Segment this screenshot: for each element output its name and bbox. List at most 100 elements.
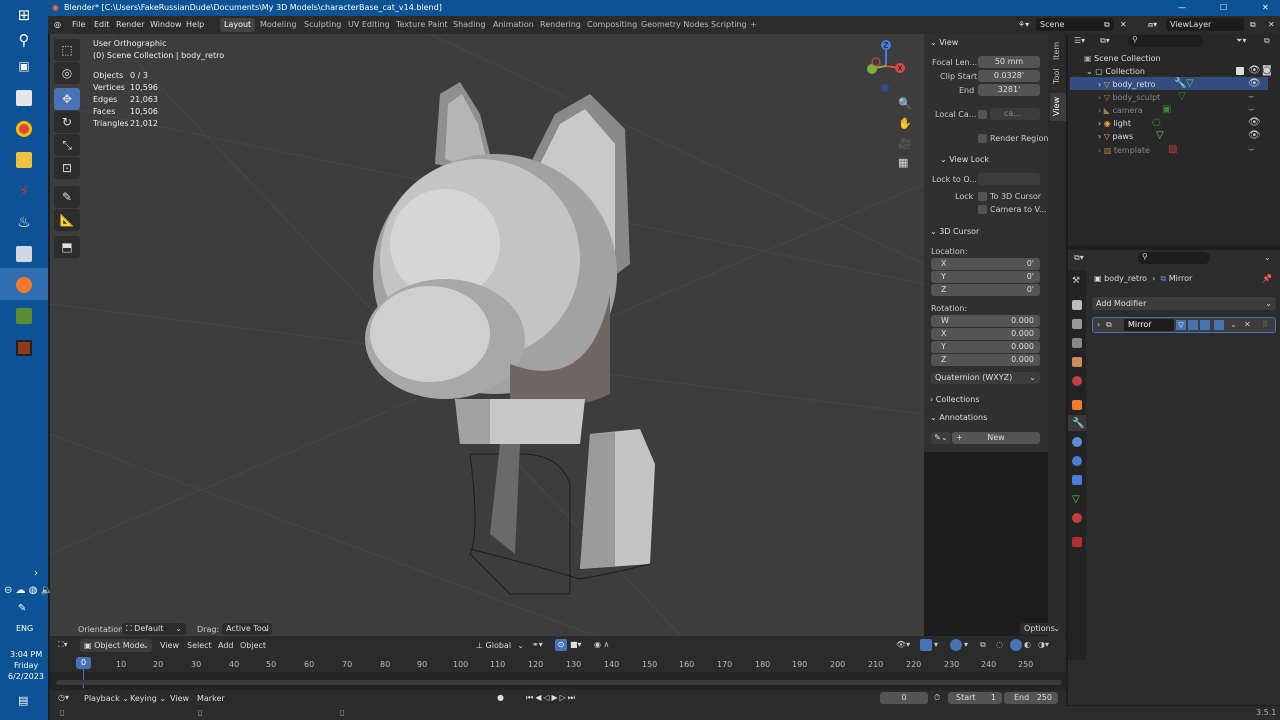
render-region-checkbox[interactable]	[978, 134, 987, 143]
pivot-icon[interactable]: ⚭▾	[532, 640, 543, 649]
cursor-rot-w-field[interactable]: W 0.000	[931, 315, 1040, 327]
outliner-search-input[interactable]: ⚲	[1128, 35, 1203, 47]
ortho-grid-icon[interactable]: ▦	[898, 156, 908, 169]
camera-hidden-icon[interactable]: ⌣	[1248, 104, 1255, 115]
outliner-row-light[interactable]: › ◉ light	[1098, 117, 1131, 130]
pen-icon[interactable]: ✎	[18, 603, 26, 614]
scene-copy-icon[interactable]: ⧉	[1104, 16, 1110, 34]
camera-view-icon[interactable]: 🎥	[898, 137, 912, 150]
rotate-tool[interactable]: ↻	[54, 111, 80, 133]
preview-range-icon[interactable]: ⏱	[934, 693, 940, 703]
outliner-row-camera[interactable]: › ◣ camera	[1098, 104, 1143, 117]
annotation-dropdown[interactable]: ✎⌄	[931, 432, 951, 444]
properties-options-icon[interactable]: ⌄	[1264, 253, 1271, 262]
constraints-tab-icon[interactable]	[1072, 475, 1082, 485]
clip-end-field[interactable]: 3281'	[978, 84, 1040, 96]
transform-tool[interactable]: ⊡	[54, 157, 80, 179]
tab-shading[interactable]: Shading	[449, 18, 490, 32]
tab-view[interactable]: View	[1052, 96, 1061, 116]
notification-icon[interactable]: ▤	[18, 694, 28, 707]
minecraft-icon[interactable]	[16, 308, 32, 324]
new-collection-icon[interactable]: ⧉	[1264, 36, 1270, 46]
tab-scripting[interactable]: Scripting	[707, 18, 751, 32]
local-camera-field[interactable]: ca...	[990, 108, 1040, 120]
proportional-edit-icon[interactable]: ◉ ∧	[594, 640, 609, 649]
focal-length-field[interactable]: 50 mm	[978, 56, 1040, 68]
annotate-tool[interactable]: ✎	[54, 186, 80, 208]
local-camera-checkbox[interactable]	[978, 110, 987, 119]
search-icon[interactable]: ⚲	[12, 29, 36, 51]
header-menu-add[interactable]: Add	[218, 641, 234, 650]
menu-file[interactable]: File	[72, 16, 85, 34]
lock-to-object-field[interactable]	[978, 173, 1040, 185]
timeline-scrollbar[interactable]	[56, 680, 1062, 685]
task-view-icon[interactable]: ▣	[12, 55, 36, 77]
cursor-rot-x-field[interactable]: X 0.000	[931, 328, 1040, 340]
paws-visibility-icon[interactable]: 👁	[1248, 130, 1261, 141]
menu-edit[interactable]: Edit	[94, 16, 110, 34]
zoom-icon[interactable]: 🔍	[898, 97, 912, 110]
render-tab-icon[interactable]	[1072, 300, 1082, 310]
chevron-right-icon[interactable]: ›	[34, 568, 38, 579]
view-section-header[interactable]: ⌄ View	[930, 38, 958, 47]
current-frame-field[interactable]: 0	[880, 692, 928, 704]
overlay-toggle-icon[interactable]	[950, 639, 962, 651]
modifier-options-icon[interactable]: ⌄	[1230, 320, 1237, 329]
wrench-icon[interactable]: 🔧	[1174, 78, 1186, 89]
record-icon[interactable]: ●	[497, 693, 504, 702]
tab-item[interactable]: Item	[1052, 40, 1061, 60]
render-toggle-icon[interactable]	[1214, 320, 1224, 330]
gizmo-toggle-icon[interactable]	[920, 639, 932, 651]
mesh-data-icon[interactable]: ▽	[1156, 130, 1164, 141]
file-explorer-icon[interactable]	[16, 152, 32, 168]
tab-geometry-nodes[interactable]: Geometry Nodes	[637, 18, 712, 32]
options-dropdown[interactable]: Options ⌄	[1020, 623, 1062, 635]
image-data-icon[interactable]: ▧	[1168, 144, 1177, 155]
add-cube-tool[interactable]: ⬒	[54, 236, 80, 258]
menu-window[interactable]: Window	[150, 16, 182, 34]
orientation-select[interactable]: ⛶ Default ⌄	[122, 623, 186, 635]
blender-menu-icon[interactable]: ◎	[54, 16, 61, 34]
cursor-tool[interactable]: ◎	[54, 62, 80, 84]
output-tab-icon[interactable]	[1072, 319, 1082, 329]
view-layer-tab-icon[interactable]	[1072, 338, 1082, 348]
language-indicator[interactable]: ENG	[16, 624, 33, 633]
view-layer-close-icon[interactable]: ✕	[1268, 16, 1275, 34]
tab-compositing[interactable]: Compositing	[583, 18, 641, 32]
template-hidden-icon[interactable]: ⌣	[1248, 144, 1255, 155]
rotation-mode-select[interactable]: Quaternion (WXYZ) ⌄	[931, 372, 1040, 384]
clock-time[interactable]: 3:04 PM	[10, 650, 42, 659]
scene-selector[interactable]: Scene	[1036, 18, 1114, 31]
drag-handle-icon[interactable]: ⠿	[1262, 320, 1268, 329]
view-lock-header[interactable]: ⌄ View Lock	[940, 155, 989, 164]
wireframe-shading-icon[interactable]: ◌	[996, 640, 1003, 649]
select-box-tool[interactable]: ⬚	[54, 39, 80, 61]
tab-uv-editing[interactable]: UV Editing	[344, 18, 394, 32]
outliner-row-body-sculpt[interactable]: › ▽ body_sculpt	[1098, 91, 1160, 104]
app-icon[interactable]: ⚡	[12, 180, 36, 202]
game-icon[interactable]	[16, 340, 32, 356]
camera-data-icon[interactable]: ▣	[1162, 104, 1171, 115]
timeline-editor-icon[interactable]: ◷▾	[58, 693, 69, 702]
drag-select[interactable]: Active Tool ⌄	[222, 623, 272, 635]
rendered-shading-icon[interactable]: ◑▾	[1038, 640, 1049, 649]
edit-cage-icon[interactable]: ▽	[1176, 320, 1186, 330]
visibility-icon[interactable]: 👁▾	[896, 640, 910, 649]
3d-viewport[interactable]	[50, 34, 924, 656]
windows-start-icon[interactable]: ⊞	[12, 4, 36, 26]
new-annotation-button[interactable]: + New	[952, 432, 1040, 444]
scene-tab-icon[interactable]	[1072, 357, 1082, 367]
header-menu-select[interactable]: Select	[187, 641, 212, 650]
remove-modifier-icon[interactable]: ✕	[1244, 320, 1251, 329]
cursor-loc-z-field[interactable]: Z 0'	[931, 284, 1040, 296]
scene-close-icon[interactable]: ✕	[1120, 16, 1127, 34]
chevron-right-icon[interactable]: ›	[1097, 320, 1100, 329]
close-button[interactable]: ✕	[1262, 0, 1269, 16]
playback-menu[interactable]: Playback ⌄	[84, 694, 129, 703]
tab-layout[interactable]: Layout	[220, 18, 256, 32]
collections-section-header[interactable]: › Collections	[930, 395, 980, 404]
collection-checkbox[interactable]	[1236, 67, 1244, 75]
camera-to-view-checkbox[interactable]	[978, 205, 987, 214]
add-modifier-dropdown[interactable]: Add Modifier ⌄	[1092, 297, 1276, 310]
body-sculpt-hidden-icon[interactable]: ⌣	[1248, 91, 1255, 102]
